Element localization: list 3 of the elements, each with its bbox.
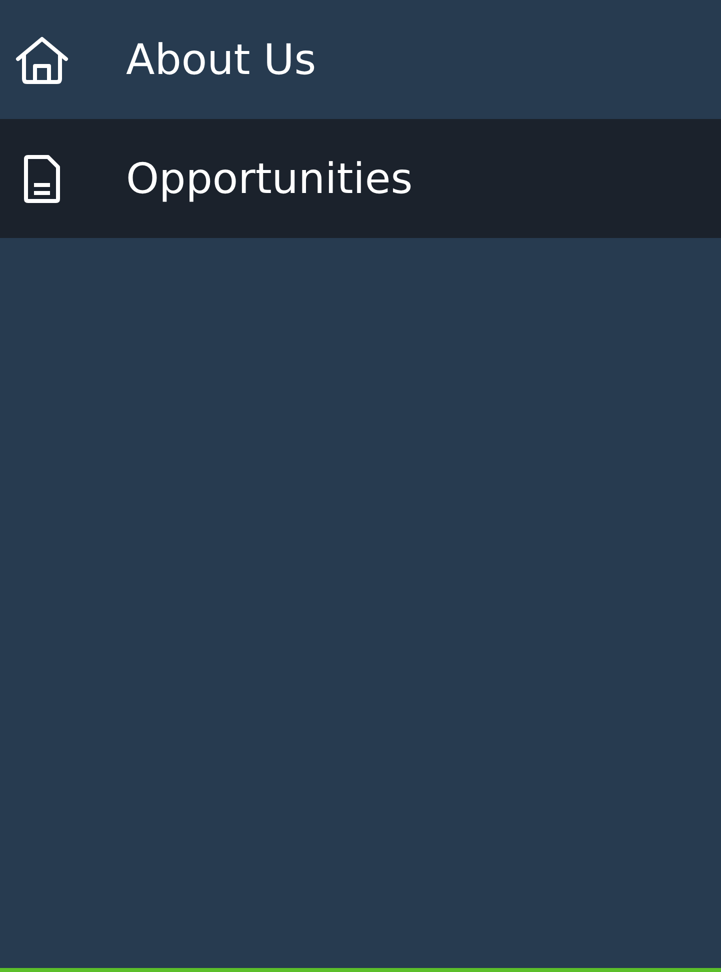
menu-item[interactable]: Opportunities: [0, 119, 721, 238]
home-icon: [14, 34, 70, 84]
menu-item[interactable]: About Us: [0, 0, 721, 119]
